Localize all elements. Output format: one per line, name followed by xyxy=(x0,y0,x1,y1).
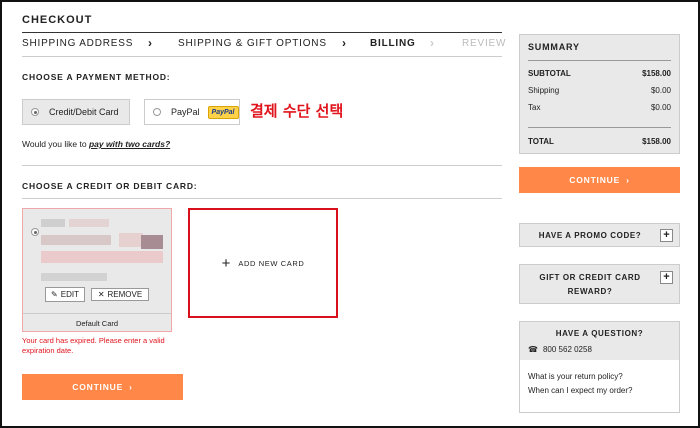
steps-divider xyxy=(22,56,502,57)
gift-card-label: GIFT OR CREDIT CARD REWARD? xyxy=(520,271,660,299)
chevron-right-icon: › xyxy=(430,36,435,50)
summary-tax-row: Tax $0.00 xyxy=(528,103,671,112)
remove-card-button[interactable]: ✕ REMOVE xyxy=(91,288,149,301)
step-review: REVIEW xyxy=(462,38,507,49)
remove-label: REMOVE xyxy=(107,290,143,299)
help-panel: HAVE A QUESTION? ☎ 800 562 0258 What is … xyxy=(519,321,680,413)
continue-label: CONTINUE xyxy=(72,382,124,392)
annotation-select-payment: 결제 수단 선택 xyxy=(250,102,344,120)
step-billing: BILLING xyxy=(370,38,416,49)
plus-icon[interactable]: + xyxy=(660,271,673,284)
cards-divider xyxy=(22,198,502,199)
close-icon: ✕ xyxy=(97,290,105,299)
help-title: HAVE A QUESTION? xyxy=(555,329,644,338)
shipping-label: Shipping xyxy=(528,86,560,95)
total-label: TOTAL xyxy=(528,137,554,146)
add-new-card-label: ADD NEW CARD xyxy=(238,258,305,268)
payment-divider xyxy=(22,165,502,166)
step-shipping-gift-options[interactable]: SHIPPING & GIFT OPTIONS xyxy=(178,38,327,49)
card-info-blurred xyxy=(41,251,163,263)
card-info-blurred xyxy=(41,219,65,227)
summary-subtotal-row: SUBTOTAL $158.00 xyxy=(528,69,671,78)
payment-method-label: CHOOSE A PAYMENT METHOD: xyxy=(22,72,171,82)
plus-icon[interactable]: + xyxy=(660,228,673,242)
delivery-time-link[interactable]: When can I expect my order? xyxy=(528,386,633,395)
header-divider xyxy=(22,32,502,33)
plus-icon: + xyxy=(221,254,231,272)
card-info-blurred xyxy=(119,233,143,247)
chevron-right-icon: › xyxy=(626,175,630,185)
card-info-blurred xyxy=(41,235,111,245)
subtotal-label: SUBTOTAL xyxy=(528,69,571,78)
continue-button-sidebar[interactable]: CONTINUE › xyxy=(519,167,680,193)
saved-card-tile[interactable]: ✎ EDIT ✕ REMOVE Default Card xyxy=(22,208,172,332)
summary-title: SUMMARY xyxy=(528,42,580,52)
option-paypal-label: PayPal xyxy=(171,107,200,117)
shipping-value: $0.00 xyxy=(650,86,671,95)
default-card-divider xyxy=(23,313,171,314)
chevron-right-icon: › xyxy=(129,382,133,392)
gift-label-line1: GIFT OR CREDIT CARD xyxy=(539,273,641,282)
page-title: CHECKOUT xyxy=(22,14,93,26)
radio-paypal[interactable] xyxy=(153,108,161,116)
paypal-logo-icon: PayPal xyxy=(207,105,239,119)
default-card-label: Default Card xyxy=(75,319,119,328)
option-paypal[interactable]: PayPal PayPal xyxy=(144,99,240,125)
add-new-card-tile[interactable]: + ADD NEW CARD xyxy=(188,208,338,318)
pencil-icon: ✎ xyxy=(51,290,58,299)
chevron-right-icon: › xyxy=(148,36,153,50)
return-policy-link[interactable]: What is your return policy? xyxy=(528,372,623,381)
promo-label: HAVE A PROMO CODE? xyxy=(538,230,642,240)
promo-code-toggle[interactable]: HAVE A PROMO CODE? + xyxy=(519,223,680,247)
two-cards-prompt: Would you like to pay with two cards? xyxy=(22,139,170,149)
two-cards-prefix: Would you like to xyxy=(22,139,89,149)
radio-saved-card[interactable] xyxy=(31,228,39,236)
tax-label: Tax xyxy=(528,103,541,112)
summary-total-row: TOTAL $158.00 xyxy=(528,137,671,146)
card-info-blurred xyxy=(69,219,109,227)
card-expired-error: Your card has expired. Please enter a va… xyxy=(22,336,165,355)
continue-label: CONTINUE xyxy=(569,175,621,185)
help-header xyxy=(520,322,679,360)
option-credit-debit[interactable]: Credit/Debit Card xyxy=(22,99,130,125)
card-brand-blurred xyxy=(141,235,163,249)
pay-two-cards-link[interactable]: pay with two cards? xyxy=(89,139,170,149)
phone-icon: ☎ xyxy=(528,345,538,354)
edit-label: EDIT xyxy=(60,290,79,299)
choose-card-label: CHOOSE A CREDIT OR DEBIT CARD: xyxy=(22,181,198,191)
card-info-blurred xyxy=(41,273,107,281)
summary-shipping-row: Shipping $0.00 xyxy=(528,86,671,95)
summary-panel: SUMMARY SUBTOTAL $158.00 Shipping $0.00 … xyxy=(519,34,680,154)
total-value: $158.00 xyxy=(642,137,671,146)
help-phone[interactable]: ☎ 800 562 0258 xyxy=(528,345,592,354)
summary-divider xyxy=(528,60,671,61)
summary-total-divider xyxy=(528,127,671,128)
step-shipping-address[interactable]: SHIPPING ADDRESS xyxy=(22,38,133,49)
phone-number: 800 562 0258 xyxy=(542,345,592,354)
edit-card-button[interactable]: ✎ EDIT xyxy=(45,287,85,302)
subtotal-value: $158.00 xyxy=(642,69,671,78)
gift-card-toggle[interactable]: GIFT OR CREDIT CARD REWARD? + xyxy=(519,264,680,304)
tax-value: $0.00 xyxy=(650,103,671,112)
checkout-steps: SHIPPING ADDRESS › SHIPPING & GIFT OPTIO… xyxy=(22,36,505,54)
option-card-label: Credit/Debit Card xyxy=(49,107,119,117)
radio-card[interactable] xyxy=(31,108,39,116)
gift-label-line2: REWARD? xyxy=(567,287,613,296)
chevron-right-icon: › xyxy=(342,36,347,50)
continue-button-main[interactable]: CONTINUE › xyxy=(22,374,183,400)
